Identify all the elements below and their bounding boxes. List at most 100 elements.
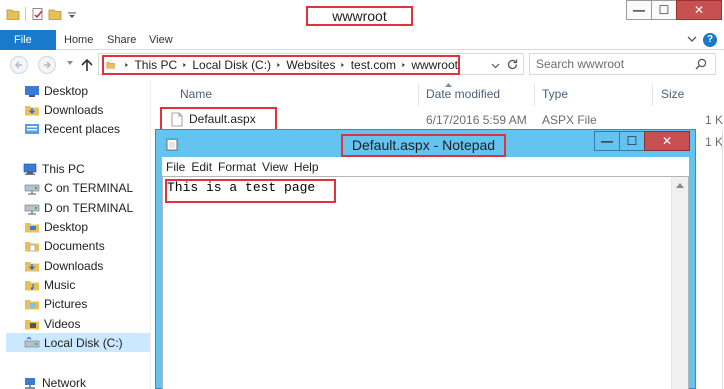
up-arrow-icon[interactable]	[80, 57, 94, 73]
folder-icon	[106, 62, 115, 69]
file-name: Default.aspx	[189, 112, 256, 126]
sidebar-item-network[interactable]: Network	[22, 373, 86, 389]
sidebar-item-label: Network	[42, 375, 87, 389]
breadcrumb-local-disk[interactable]: Local Disk (C:)	[192, 58, 271, 72]
sidebar-item-label: D on TERMINAL	[44, 200, 134, 215]
minimize-button[interactable]: —	[626, 0, 652, 20]
scroll-up-arrow-icon[interactable]	[676, 183, 684, 188]
menu-view[interactable]: View	[262, 160, 288, 174]
file-size: 1 K	[705, 135, 724, 149]
sidebar-item-d-on-terminal[interactable]: D on TERMINAL	[24, 198, 133, 217]
sidebar-item-label: Downloads	[44, 102, 104, 117]
breadcrumb-wwwroot[interactable]: wwwroot	[411, 58, 458, 72]
tab-file[interactable]: File	[0, 30, 56, 50]
notepad-edit-area: This is a test page	[162, 176, 689, 389]
breadcrumb-separator-icon[interactable]	[182, 61, 187, 69]
local-disk-icon	[24, 336, 40, 347]
arrow-left-icon	[15, 61, 22, 69]
sidebar-item-local-disk[interactable]: Local Disk (C:)	[6, 333, 150, 352]
tab-home[interactable]: Home	[64, 30, 93, 50]
tab-share[interactable]: Share	[107, 30, 136, 50]
sidebar-item-desktop-pc[interactable]: Desktop	[24, 217, 88, 236]
scrollbar-edge[interactable]	[722, 130, 723, 389]
desktop-folder-icon	[25, 222, 39, 232]
recent-places-icon	[25, 123, 39, 134]
menu-edit[interactable]: Edit	[191, 160, 212, 174]
column-header-date[interactable]: Date modified	[426, 87, 500, 101]
sidebar-item-downloads-pc[interactable]: Downloads	[24, 256, 103, 275]
maximize-button[interactable]: ☐	[651, 0, 677, 20]
sidebar-item-desktop[interactable]: Desktop	[24, 81, 88, 100]
sidebar-item-c-on-terminal[interactable]: C on TERMINAL	[24, 178, 133, 197]
file-name-cell[interactable]: Default.aspx	[160, 107, 277, 131]
maximize-button[interactable]: ☐	[619, 131, 645, 151]
menu-format[interactable]: Format	[218, 160, 256, 174]
forward-button[interactable]	[38, 56, 56, 74]
properties-icon[interactable]	[31, 7, 45, 21]
tab-view[interactable]: View	[149, 30, 173, 50]
pane-divider[interactable]	[150, 80, 151, 389]
network-drive-icon	[24, 184, 40, 194]
file-type: ASPX File	[542, 113, 597, 127]
recent-locations-dropdown-icon[interactable]	[66, 59, 74, 67]
search-icon[interactable]	[695, 58, 707, 70]
notepad-titlebar[interactable]: Default.aspx - Notepad — ☐ ✕	[156, 130, 695, 157]
column-header-type[interactable]: Type	[542, 87, 568, 101]
sidebar-item-label: Recent places	[44, 121, 121, 136]
notepad-icon[interactable]	[166, 137, 178, 151]
breadcrumb-websites[interactable]: Websites	[286, 58, 335, 72]
vertical-scrollbar[interactable]	[671, 177, 688, 389]
search-input[interactable]	[536, 56, 686, 72]
notepad-window: Default.aspx - Notepad — ☐ ✕ File Edit F…	[155, 129, 696, 389]
notepad-menubar: File Edit Format View Help	[162, 157, 689, 176]
refresh-icon[interactable]	[506, 58, 519, 71]
network-icon	[25, 377, 35, 389]
window-title: wwwroot	[306, 6, 413, 26]
sidebar-item-music[interactable]: Music	[24, 275, 75, 294]
column-divider[interactable]	[652, 84, 653, 106]
search-box[interactable]	[529, 53, 716, 75]
breadcrumb-this-pc[interactable]: This PC	[134, 58, 177, 72]
this-pc-icon	[23, 163, 37, 175]
notepad-text-editor[interactable]: This is a test page	[163, 177, 673, 389]
close-button[interactable]: ✕	[676, 0, 722, 20]
back-button[interactable]	[10, 56, 28, 74]
column-header-name[interactable]: Name	[180, 87, 212, 101]
arrow-right-icon	[44, 61, 51, 69]
new-folder-icon[interactable]	[48, 7, 62, 21]
sidebar-item-label: Pictures	[44, 296, 88, 311]
menu-help[interactable]: Help	[294, 160, 319, 174]
sidebar-item-label: Music	[44, 277, 76, 292]
address-history-dropdown-icon[interactable]	[491, 61, 500, 70]
sidebar-item-this-pc[interactable]: This PC	[22, 159, 85, 178]
column-divider[interactable]	[418, 84, 419, 106]
column-header-size[interactable]: Size	[661, 87, 684, 101]
music-icon	[25, 280, 39, 290]
menu-file[interactable]: File	[166, 160, 185, 174]
folder-icon[interactable]	[6, 7, 20, 21]
breadcrumb-separator-icon[interactable]	[276, 61, 281, 69]
breadcrumb: This PC Local Disk (C:) Websites test.co…	[102, 55, 460, 75]
minimize-button[interactable]: —	[594, 131, 620, 151]
table-row[interactable]: Default.aspx 6/17/2016 5:59 AM ASPX File…	[158, 107, 724, 131]
breadcrumb-separator-icon[interactable]	[340, 61, 345, 69]
sidebar-item-label: Desktop	[44, 83, 89, 98]
sidebar-item-pictures[interactable]: Pictures	[24, 294, 87, 313]
close-button[interactable]: ✕	[644, 131, 690, 151]
customize-dropdown-icon[interactable]	[65, 7, 79, 21]
sidebar-item-downloads[interactable]: Downloads	[24, 100, 103, 119]
explorer-titlebar[interactable]: wwwroot — ☐ ✕	[0, 0, 724, 30]
sidebar-item-videos[interactable]: Videos	[24, 314, 80, 333]
help-button[interactable]: ?	[703, 33, 717, 47]
address-bar[interactable]: This PC Local Disk (C:) Websites test.co…	[98, 53, 524, 75]
aspx-file-icon	[171, 112, 183, 126]
breadcrumb-separator-icon[interactable]	[124, 61, 129, 69]
expand-ribbon-chevron-icon[interactable]	[686, 33, 698, 45]
breadcrumb-separator-icon[interactable]	[401, 61, 406, 69]
sidebar-item-documents[interactable]: Documents	[24, 236, 105, 255]
downloads-icon	[25, 105, 39, 115]
breadcrumb-test-com[interactable]: test.com	[351, 58, 396, 72]
sidebar-item-label: Videos	[44, 316, 81, 331]
sidebar-item-recent-places[interactable]: Recent places	[24, 119, 120, 138]
column-divider[interactable]	[534, 84, 535, 106]
